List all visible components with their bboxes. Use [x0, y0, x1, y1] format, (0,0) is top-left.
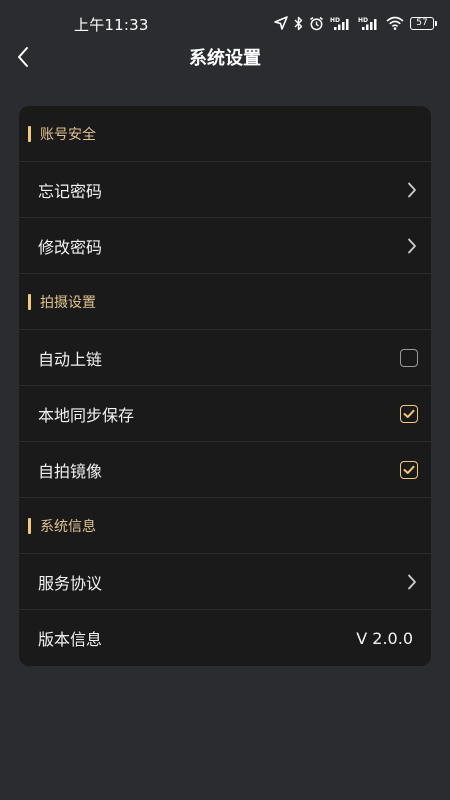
hd-signal-icon: HD: [358, 17, 377, 30]
battery-icon: 57: [410, 16, 437, 30]
status-icons: HD HD 57: [274, 14, 437, 32]
row-selfie-mirror[interactable]: 自拍镜像: [19, 442, 431, 498]
section-marker: [28, 517, 31, 534]
battery-level: 57: [416, 18, 428, 28]
row-auto-chain[interactable]: 自动上链: [19, 330, 431, 386]
svg-text:HD: HD: [330, 17, 340, 24]
row-forgot-password[interactable]: 忘记密码: [19, 162, 431, 218]
row-label: 本地同步保存: [38, 405, 135, 425]
row-label: 忘记密码: [38, 181, 103, 201]
row-label: 版本信息: [38, 630, 103, 649]
chevron-right-icon: [405, 573, 419, 591]
section-header-capture: 拍摄设置: [19, 274, 431, 330]
row-change-password[interactable]: 修改密码: [19, 218, 431, 274]
settings-card: 账号安全 忘记密码 修改密码 拍摄设置 自动上链 本地同步保存 自拍镜像 系统信…: [19, 106, 431, 666]
bluetooth-icon: [294, 16, 303, 30]
local-sync-save-checkbox[interactable]: [400, 404, 418, 423]
section-marker: [28, 293, 31, 310]
version-value: V 2.0.0: [356, 628, 413, 648]
page-title: 系统设置: [189, 48, 261, 69]
row-label: 自动上链: [38, 349, 103, 369]
status-time: 上午11:33: [74, 16, 149, 34]
checkmark-icon: [403, 465, 415, 474]
svg-text:HD: HD: [358, 17, 368, 24]
alarm-clock-icon: [310, 16, 323, 30]
auto-chain-checkbox[interactable]: [400, 348, 418, 367]
section-header-account: 账号安全: [19, 106, 431, 162]
chevron-right-icon: [405, 237, 419, 255]
header: 系统设置: [0, 36, 450, 78]
section-marker: [28, 125, 31, 142]
hd-signal-icon: HD: [330, 17, 349, 30]
section-header-system: 系统信息: [19, 498, 431, 554]
chevron-right-icon: [405, 181, 419, 199]
row-label: 自拍镜像: [38, 461, 103, 481]
row-version-info[interactable]: 版本信息 V 2.0.0: [19, 610, 431, 666]
selfie-mirror-checkbox[interactable]: [400, 460, 418, 479]
section-title: 系统信息: [40, 518, 96, 535]
wifi-icon: [386, 16, 404, 30]
row-label: 修改密码: [38, 237, 103, 257]
location-arrow-icon: [274, 16, 288, 30]
row-label: 服务协议: [38, 573, 103, 593]
row-local-sync-save[interactable]: 本地同步保存: [19, 386, 431, 442]
section-title: 拍摄设置: [40, 294, 96, 311]
checkmark-icon: [403, 409, 415, 418]
row-service-agreement[interactable]: 服务协议: [19, 554, 431, 610]
section-title: 账号安全: [40, 126, 96, 143]
